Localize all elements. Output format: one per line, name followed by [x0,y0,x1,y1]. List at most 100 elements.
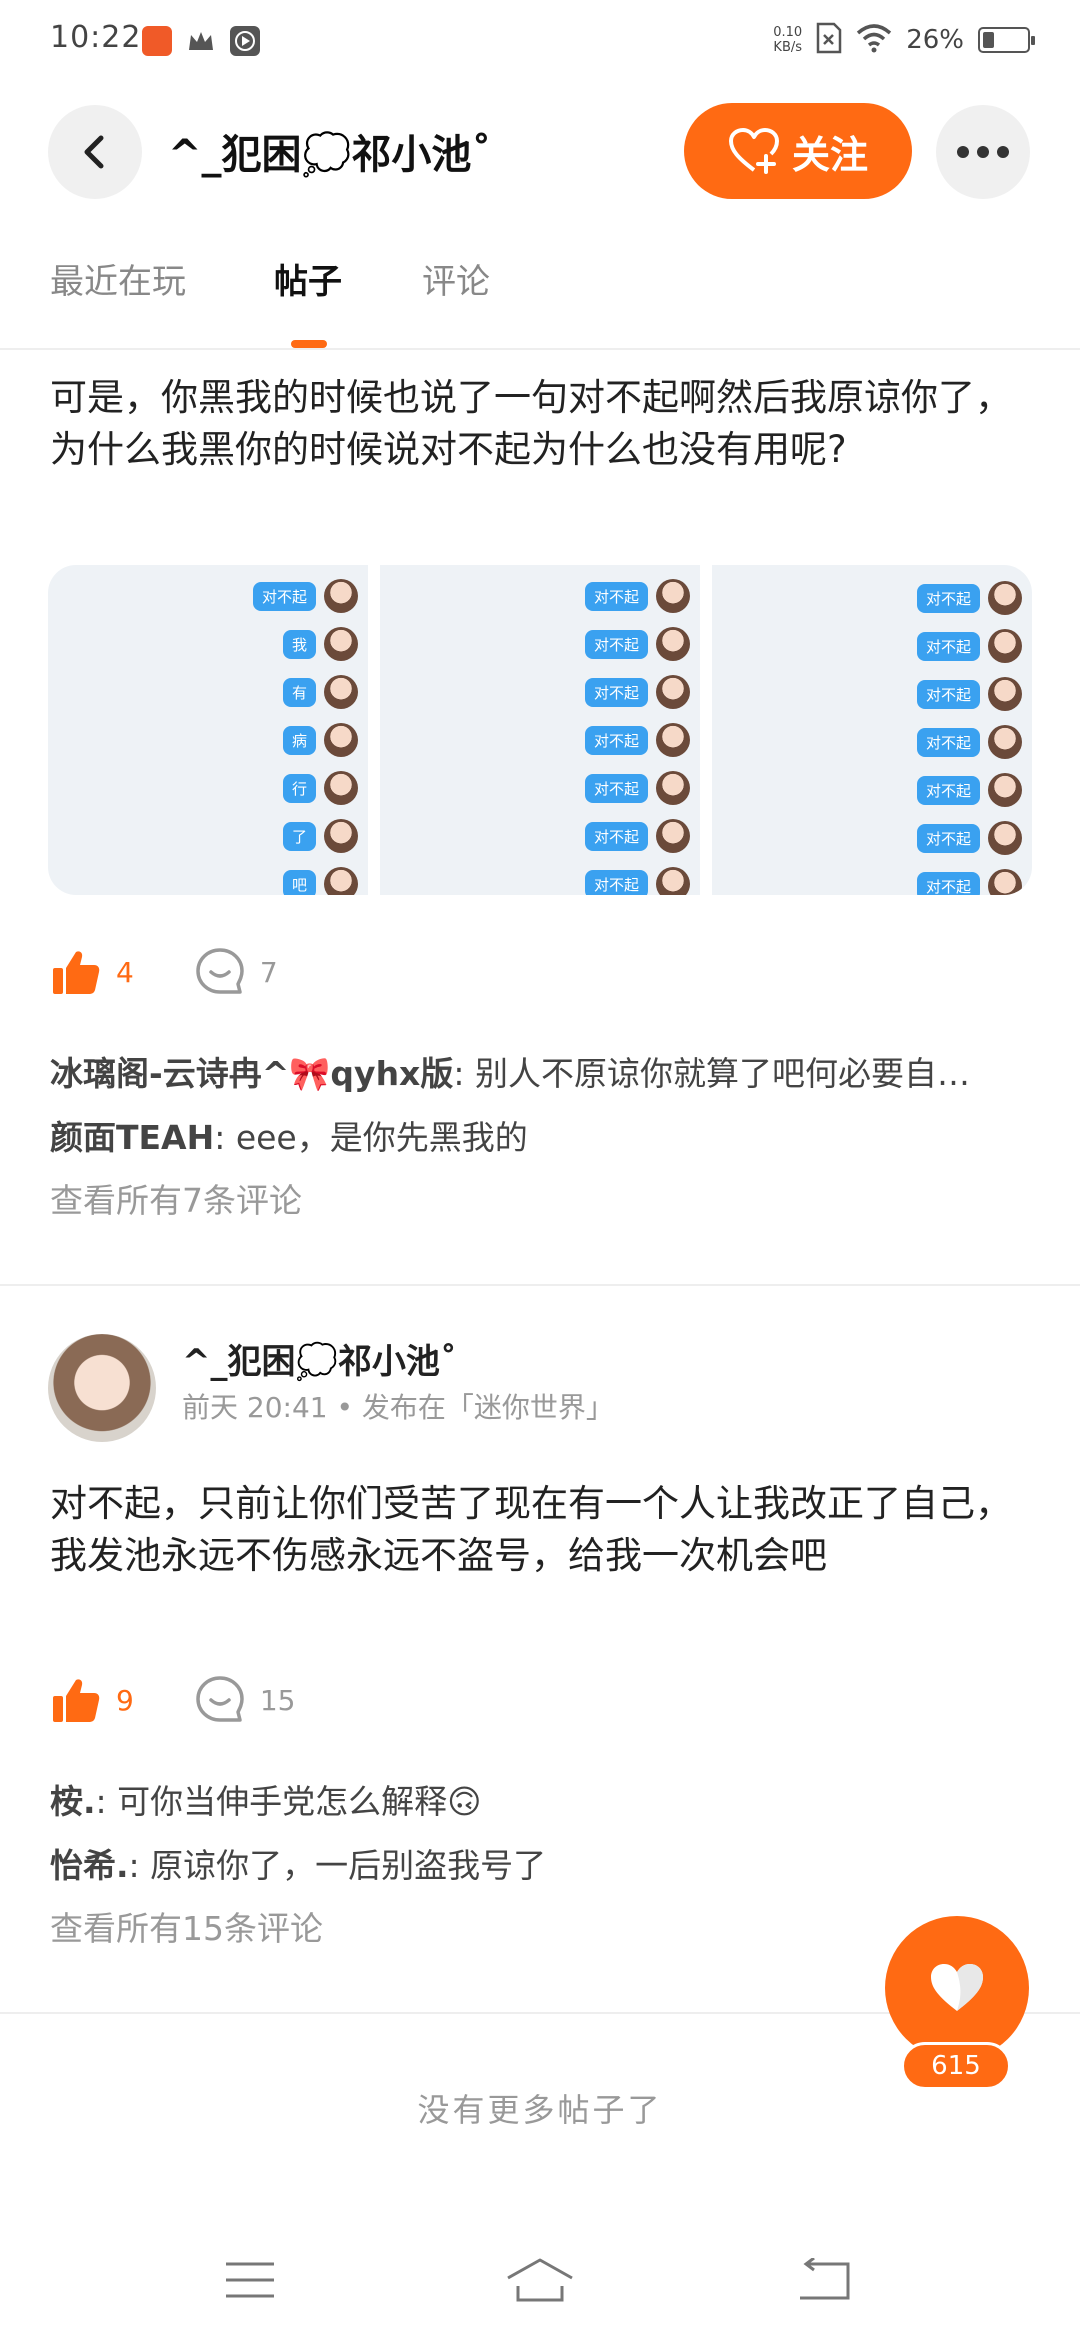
follow-label: 关注 [791,132,868,177]
chat-bubble: 病 [282,725,316,755]
chat-avatar [324,675,358,709]
chat-message-row: 对不起 [252,579,358,613]
more-options-button[interactable] [936,105,1030,199]
post-image[interactable]: 对不起 对不起 对不起 对不起 对不起 对不起 对不起 [380,565,700,895]
chat-avatar [656,723,690,757]
avatar[interactable] [48,1334,156,1442]
back-button[interactable] [48,105,142,199]
system-nav-bar [0,2220,1080,2340]
heart-plus-icon [728,128,779,174]
chat-avatar [324,723,358,757]
battery-percent: 26% [906,25,964,55]
comment-author[interactable]: 冰璃阁-云诗冉^🎀qyhx版 [50,1054,453,1093]
chat-avatar [656,627,690,661]
net-speed: 0.10 KB/s [773,25,802,55]
chat-avatar [324,819,358,853]
chat-message-row: 病 [282,723,358,757]
comment-preview[interactable]: 颜面TEAH: eee，是你先黑我的 [50,1111,1030,1159]
chat-message-row: 对不起 [584,771,690,805]
comment-preview[interactable]: 桉.: 可你当伸手党怎么解释🙃 [50,1775,1030,1823]
chat-message-row: 对不起 [916,629,1022,663]
chat-message-row: 对不起 [916,869,1022,895]
no-more-posts-text: 没有更多帖子了 [417,2091,663,2129]
comment-text: eee，是你先黑我的 [235,1118,528,1157]
chat-bubble: 对不起 [916,871,980,895]
back-nav-button[interactable] [784,2250,864,2310]
post-image[interactable]: 对不起我有病行了吧 [48,565,368,895]
chat-bubble: 对不起 [584,821,648,851]
chat-bubble: 对不起 [584,773,648,803]
chat-message-row: 对不起 [916,773,1022,807]
comment-bubble-icon [196,1676,244,1722]
comment-separator: : [214,1118,236,1157]
comment-author[interactable]: 怡希. [50,1846,129,1885]
comment-separator: : [128,1846,151,1885]
comment-author[interactable]: 桉. [50,1782,96,1821]
like-button[interactable]: 9 [50,1674,134,1726]
comment-count: 7 [259,955,278,989]
follow-button[interactable]: 关注 [684,103,912,199]
comment-author[interactable]: 颜面TEAH [50,1118,214,1157]
no-sim-icon [816,22,842,58]
tab-comments[interactable]: 评论 [422,254,490,303]
chat-message-row: 对不起 [584,675,690,709]
chat-message-row: 对不起 [916,725,1022,759]
post-author-row: ^_犯困💭祁小池˚ 前天 20:41 • 发布在「迷你世界」 [48,1334,1028,1444]
like-count: 9 [116,1683,134,1717]
post-text[interactable]: 可是，你黑我的时候也说了一句对不起啊然后我原谅你了，为什么我黑你的时候说对不起为… [50,372,1030,476]
more-dot-icon [997,146,1009,158]
chat-message-row: 吧 [282,867,358,895]
chat-avatar [988,581,1022,615]
tab-recent-games[interactable]: 最近在玩 [50,254,186,303]
tab-posts[interactable]: 帖子 [274,254,342,303]
chat-bubble: 对不起 [916,631,980,661]
post-image[interactable]: 对不起 对不起 对不起 对不起 对不起 对不起 对不起 [712,565,1032,895]
more-dot-icon [977,146,989,158]
comment-preview[interactable]: 怡希.: 原谅你了，一后别盗我号了 [50,1839,1030,1887]
like-total-badge: 615 [901,2042,1011,2090]
battery-fill [983,32,994,48]
profile-tabs: 最近在玩 帖子 评论 [0,250,1080,350]
chat-avatar [324,579,358,613]
floating-like-button[interactable] [885,1916,1029,2060]
comment-button[interactable]: 7 [194,946,278,998]
chat-bubble: 对不起 [584,581,648,611]
chat-message-row: 对不起 [584,819,690,853]
chat-message-row: 对不起 [916,581,1022,615]
chat-bubble: 对不起 [584,629,648,659]
chat-message-row: 了 [282,819,358,853]
view-all-comments-link[interactable]: 查看所有7条评论 [50,1174,302,1222]
chat-bubble: 对不起 [916,727,980,757]
play-box-icon [230,26,260,56]
profile-name: ^_犯困💭祁小池˚ [168,132,492,178]
post-author-name[interactable]: ^_犯困💭祁小池˚ [182,1334,457,1383]
wifi-icon [856,23,892,57]
menu-icon [226,2262,274,2298]
chat-bubble: 对不起 [252,581,316,611]
post-actions: 9 15 [50,1674,295,1726]
status-time: 10:22 [50,20,142,55]
home-button[interactable] [500,2250,580,2310]
status-indicators: 0.10 KB/s 26% [773,22,1035,58]
comment-preview[interactable]: 冰璃阁-云诗冉^🎀qyhx版: 别人不原谅你就算了吧何必要自… [50,1047,1030,1095]
chat-avatar [656,579,690,613]
chat-bubble: 对不起 [916,823,980,853]
view-all-comments-link[interactable]: 查看所有15条评论 [50,1902,323,1950]
chat-avatar [988,677,1022,711]
chat-avatar [656,675,690,709]
comment-button[interactable]: 15 [194,1674,295,1726]
chat-message-row: 对不起 [584,723,690,757]
chat-bubble: 对不起 [584,725,648,755]
home-icon [507,2258,573,2302]
video-app-icon [142,26,172,56]
net-speed-value: 0.10 [773,25,803,40]
like-button[interactable]: 4 [50,946,134,998]
comment-text: 可你当伸手党怎么解释🙃 [117,1782,482,1821]
post-image-gallery[interactable]: 对不起我有病行了吧 对不起 对不起 对不起 对不起 对不起 对不起 对不起 对不起 对不起 对不… [48,565,1032,895]
chat-avatar [656,867,690,895]
menu-button[interactable] [210,2250,290,2310]
return-icon [800,2258,850,2300]
chat-bubble: 对不起 [584,677,648,707]
post-text[interactable]: 对不起，只前让你们受苦了现在有一个人让我改正了自己，我发池永远不伤感永远不盗号，… [50,1478,1030,1582]
chat-message-row: 对不起 [584,627,690,661]
